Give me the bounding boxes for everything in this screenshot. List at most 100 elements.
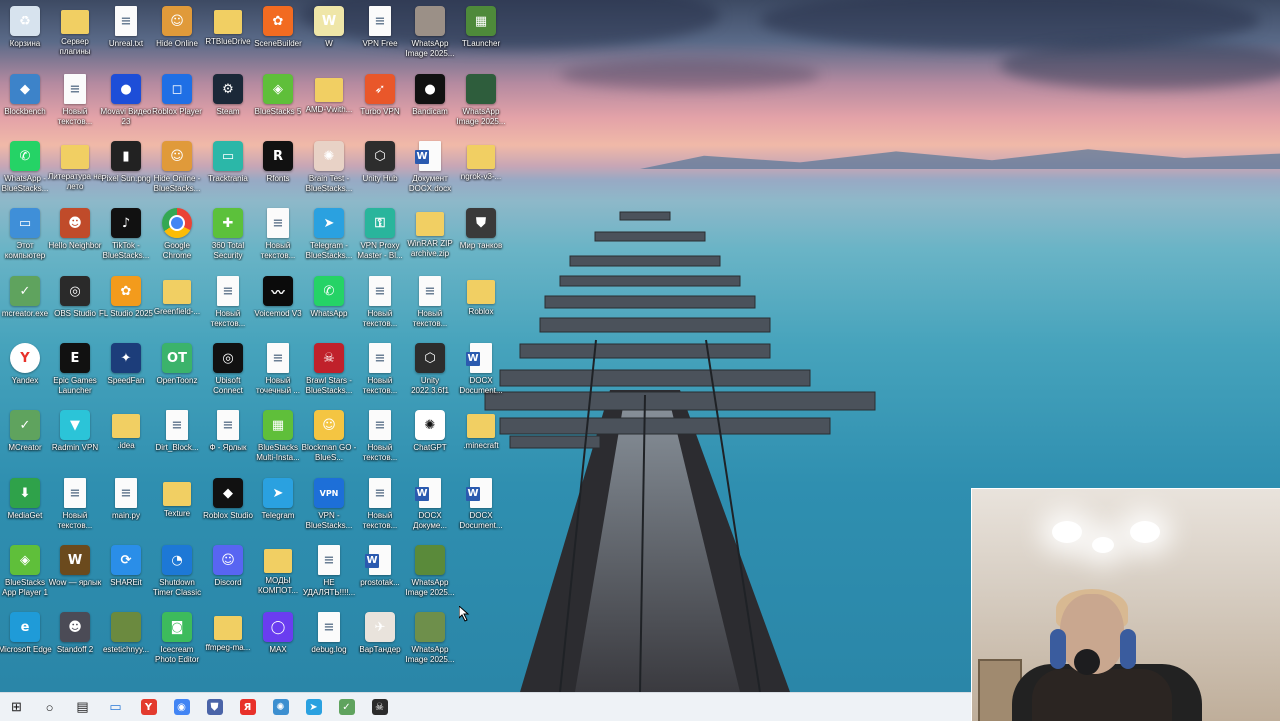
desktop-icon[interactable]: WW [304, 2, 354, 68]
desktop-icon[interactable]: ☺ Discord [203, 541, 253, 607]
desktop-icon[interactable]: WhatsApp Image 2025... [405, 608, 455, 674]
desktop-icon[interactable]: ✆ WhatsApp [304, 272, 354, 338]
shield-app-icon[interactable]: ⛊ [198, 693, 231, 721]
desktop-icon[interactable]: ◎ OBS Studio [50, 272, 100, 338]
desktop-icon[interactable]: ◙ Icecream Photo Editor [152, 608, 202, 674]
desktop-icon[interactable]: ☺ Hide Online - BlueStacks... [152, 137, 202, 203]
telegram-icon[interactable]: ➤ [297, 693, 330, 721]
desktop-icon[interactable]: ⟳ SHAREit [101, 541, 151, 607]
desktop-icon[interactable]: Roblox [456, 272, 506, 338]
desktop-icon[interactable]: ≡ Новый точечный ... [253, 339, 303, 405]
desktop-icon[interactable]: ✺ ChatGPT [405, 406, 455, 472]
desktop-icon[interactable]: OT OpenToonz [152, 339, 202, 405]
desktop-icon[interactable]: ▮ Pixel Sun.png [101, 137, 151, 203]
desktop-icon[interactable]: МОДЫ КОМПОТ... [253, 541, 303, 607]
desktop-icon[interactable]: ≡ Ф - Ярлык [203, 406, 253, 472]
search-icon[interactable]: ○ [33, 693, 66, 721]
desktop-icon[interactable]: W Wow — ярлык [49, 541, 101, 607]
desktop-icon[interactable]: ☺ Hide Online [152, 2, 202, 68]
desktop-icon[interactable]: .idea [101, 406, 151, 472]
desktop-icon[interactable]: ☻ Hello Neighbor [49, 204, 101, 270]
desktop-icon[interactable]: ♪ TikTok - BlueStacks... [101, 204, 151, 270]
file-explorer-icon[interactable]: ▭ [99, 693, 132, 721]
desktop-icon[interactable]: ◯ MAX [253, 608, 303, 674]
desktop-icon[interactable]: ≡ Новый текстов... [355, 339, 405, 405]
desktop-icon[interactable]: ◎ Ubisoft Connect [203, 339, 253, 405]
desktop-icon[interactable]: ffmpeg-ma... [203, 608, 253, 674]
windows-start-icon[interactable]: ⊞ [0, 693, 33, 721]
desktop-icon[interactable]: ✺ Brain Test - BlueStacks... [304, 137, 354, 203]
desktop-icon[interactable]: ⛊ Мир танков [456, 204, 506, 270]
desktop-icon[interactable]: ✈ ВарТандер [355, 608, 405, 674]
desktop-icon[interactable]: ≡ Unreal.txt [101, 2, 151, 68]
desktop-icon[interactable]: R Rfonts [253, 137, 303, 203]
desktop-icon[interactable]: ◈ BlueStacks App Player 1 [0, 541, 50, 607]
steam-like-icon[interactable]: ✺ [264, 693, 297, 721]
desktop-icon[interactable]: ⚿ VPN Proxy Master - Bl... [355, 204, 405, 270]
desktop-icon[interactable]: ☻ Standoff 2 [50, 608, 100, 674]
desktop-icon[interactable]: estetichnyy... [101, 608, 151, 674]
desktop-icon[interactable]: ngrok-v3-... [456, 137, 506, 203]
desktop-icon[interactable]: DOCX Document... [456, 339, 506, 405]
desktop-icon[interactable]: ≡ VPN Free [355, 2, 405, 68]
desktop-icon[interactable]: WhatsApp Image 2025... [405, 541, 455, 607]
brawl-app-icon[interactable]: ☠ [363, 693, 396, 721]
desktop-icon[interactable]: ≡ Новый текстов... [50, 70, 100, 136]
desktop-icon[interactable]: ◻ Roblox Player [152, 70, 202, 136]
desktop-icon[interactable]: ≡ Dirt_Block... [152, 406, 202, 472]
desktop-icon[interactable]: ≡ Новый текстов... [355, 272, 405, 338]
desktop-icon[interactable]: .minecraft [456, 406, 506, 472]
desktop-icon[interactable]: ✿ FL Studio 2025 [99, 272, 153, 338]
desktop-icon[interactable]: ✓ mcreator.exe [0, 272, 50, 338]
desktop-icon[interactable]: Texture [152, 474, 202, 540]
desktop-icon[interactable]: VPN VPN - BlueStacks... [304, 474, 354, 540]
desktop-icon[interactable]: ⬡ Unity 2022.3.6f1 [405, 339, 455, 405]
desktop-icon[interactable]: WhatsApp Image 2025... [456, 70, 506, 136]
desktop-icon[interactable]: Литература на лето [48, 137, 102, 203]
desktop-icon[interactable]: ✿ SceneBuilder [253, 2, 303, 68]
chrome-icon[interactable]: ◉ [165, 693, 198, 721]
desktop-icon[interactable]: ☺ Blockman GO - BlueS... [302, 406, 356, 472]
yandex-icon[interactable]: Я [231, 693, 264, 721]
mcreator-taskbar-icon[interactable]: ✓ [330, 693, 363, 721]
desktop-icon[interactable]: ≡ Новый текстов... [203, 272, 253, 338]
desktop-icon[interactable]: Google Chrome [152, 204, 202, 270]
desktop-icon[interactable]: 〰 Voicemod V3 [253, 272, 303, 338]
desktop-icon[interactable]: ≡ Новый текстов... [405, 272, 455, 338]
desktop-icon[interactable]: ✆ WhatsApp - BlueStacks... [0, 137, 50, 203]
desktop-icon[interactable]: ☠ Brawl Stars - BlueStacks... [304, 339, 354, 405]
desktop-icon[interactable]: ◆ Blockbench [0, 70, 50, 136]
desktop-icon[interactable]: ▦ TLauncher [456, 2, 506, 68]
desktop-icon[interactable]: ▼ Radmin VPN [50, 406, 100, 472]
desktop-icon[interactable]: ≡ НЕ УДАЛЯТЬ!!!!... [303, 541, 355, 607]
desktop-icon[interactable]: AMD-Vwith... [304, 70, 354, 136]
desktop-icon[interactable]: ≡ main.py [101, 474, 151, 540]
desktop-icon[interactable]: ♻ Корзина [0, 2, 50, 68]
desktop-icon[interactable]: DOCX Докуме... [405, 474, 455, 540]
yandex-browser-icon[interactable]: Y [132, 693, 165, 721]
desktop-icon[interactable]: Сервер плагины [50, 2, 100, 68]
desktop-icon[interactable]: ● Movavi Видео 23 [101, 70, 151, 136]
task-view-icon[interactable]: ▤ [66, 693, 99, 721]
desktop-icon[interactable]: DOCX Document... [456, 474, 506, 540]
desktop-icon[interactable]: ✦ SpeedFan [101, 339, 151, 405]
desktop-icon[interactable]: ◆ Roblox Studio [203, 474, 253, 540]
desktop-icon[interactable]: ➶ Turbo VPN [355, 70, 405, 136]
desktop-icon[interactable]: ≡ Новый текстов... [253, 204, 303, 270]
desktop-icon[interactable]: WinRAR ZIP archive.zip [405, 204, 455, 270]
desktop-icon[interactable]: ▭ Tracktrania [203, 137, 253, 203]
desktop-icon[interactable]: ≡ Новый текстов... [355, 406, 405, 472]
desktop-icon[interactable]: ≡ Новый текстов... [50, 474, 100, 540]
desktop-icon[interactable]: RTBlueDrive [203, 2, 253, 68]
desktop-icon[interactable]: ⬇ MediaGet [0, 474, 50, 540]
desktop-icon[interactable]: ✓ MCreator [0, 406, 50, 472]
desktop-icon[interactable]: Документ DOCX.docx [405, 137, 455, 203]
desktop-icon[interactable]: prostotak... [355, 541, 405, 607]
desktop-icon[interactable]: ➤ Telegram [253, 474, 303, 540]
desktop-icon[interactable]: e Microsoft Edge [0, 608, 52, 674]
desktop-icon[interactable]: Greenfield-... [152, 272, 202, 338]
desktop-icon[interactable]: Y Yandex [0, 339, 50, 405]
desktop-icon[interactable]: ≡ debug.log [304, 608, 354, 674]
desktop-icon[interactable]: ➤ Telegram - BlueStacks... [304, 204, 354, 270]
desktop-icon[interactable]: ⬡ Unity Hub [355, 137, 405, 203]
